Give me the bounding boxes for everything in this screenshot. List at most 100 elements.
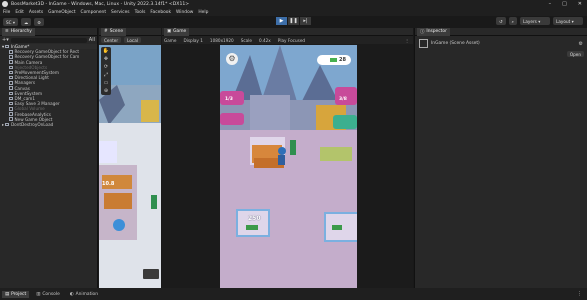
scene-icon	[5, 122, 9, 127]
cloud-icon: ☁	[24, 19, 29, 25]
menu-assets[interactable]: Assets	[29, 10, 43, 15]
hand-tool-icon[interactable]: ✋	[103, 48, 109, 54]
scene-asset-icon	[419, 39, 428, 48]
menu-file[interactable]: File	[3, 10, 10, 15]
tab-hierarchy[interactable]: ≡ Hierarchy	[2, 27, 35, 36]
minimize-icon[interactable]: –	[549, 1, 552, 7]
account-label: SC	[6, 19, 12, 25]
version-control-button[interactable]: ⚙	[34, 18, 44, 26]
menu-gameobject[interactable]: GameObject	[48, 10, 75, 15]
transform-tool-icon[interactable]: ⊕	[104, 88, 108, 94]
gameobject-icon	[9, 96, 13, 101]
open-button[interactable]: Open	[566, 51, 584, 57]
tab-game[interactable]: ▣ Game	[164, 27, 190, 36]
local-label: Local	[127, 37, 138, 43]
gameobject-icon	[9, 112, 13, 116]
hierarchy-panel: ≡ Hierarchy +▾ All ▾ InGame* Recovery Ga…	[0, 27, 98, 288]
menu-facebook[interactable]: Facebook	[150, 10, 171, 15]
info-icon: ⓘ	[420, 29, 425, 35]
cloud-button[interactable]: ☁	[21, 18, 32, 26]
tab-animation[interactable]: ◐ Animation	[67, 291, 101, 298]
folder-icon: ▤	[5, 291, 10, 297]
gameobject-icon	[9, 75, 13, 80]
title-bar: BossMarket3D - InGame - Windows, Mac, Li…	[0, 0, 587, 8]
hierarchy-icon: ≡	[5, 29, 9, 34]
game-render	[220, 45, 357, 288]
left-tag-value: 1/3	[225, 97, 233, 102]
menu-component[interactable]: Component	[81, 10, 107, 15]
tab-project[interactable]: ▤ Project	[2, 290, 30, 298]
pivot-center-dropdown[interactable]: Center	[101, 37, 122, 43]
console-tab-label: Console	[42, 291, 60, 297]
pivot-local-dropdown[interactable]: Local	[124, 37, 141, 43]
add-icon[interactable]: +▾	[2, 37, 9, 43]
gameobject-icon	[9, 55, 13, 59]
game-mode-dropdown[interactable]: Game	[164, 38, 176, 43]
menu-services[interactable]: Services	[111, 10, 130, 15]
layout-dropdown[interactable]: Layout ▾	[553, 17, 583, 25]
game-tab-label: Game	[173, 29, 187, 34]
game-toolbar: Game Display 1 1080x1920 Scale 0.42x Pla…	[162, 36, 413, 44]
center-label: Center	[104, 37, 119, 43]
console-icon: ▥	[36, 291, 41, 297]
hierarchy-search-input[interactable]	[10, 37, 87, 43]
dont-destroy-label: DontDestroyOnLoad	[10, 121, 54, 127]
scale-tool-icon[interactable]: ⤢	[104, 72, 108, 78]
scene-price-tag: 10.8	[102, 181, 115, 187]
play-button[interactable]: ▶	[276, 17, 287, 25]
dont-destroy-row[interactable]: ▸ DontDestroyOnLoad	[0, 122, 97, 127]
move-tool-icon[interactable]: ✥	[104, 56, 108, 62]
layers-dropdown[interactable]: Layers ▾	[520, 17, 550, 25]
game-viewport[interactable]: ⚙ 28 1/3 3/8 250	[220, 45, 357, 288]
play-icon: ▶	[279, 18, 284, 24]
cash-value: 28	[339, 57, 346, 63]
scene-tools-overlay: ✋ ✥ ⟳ ⤢ ▭ ⊕	[101, 47, 111, 95]
step-icon: ▸|	[303, 18, 308, 24]
gameobject-icon	[9, 91, 13, 96]
tab-console[interactable]: ▥ Console	[33, 291, 63, 298]
scene-viewport[interactable]: ✋ ✥ ⟳ ⤢ ▭ ⊕ 10.8	[99, 45, 161, 288]
right-tag-value: 3/8	[339, 97, 347, 102]
tab-scene[interactable]: # Scene	[101, 27, 127, 36]
step-button[interactable]: ▸|	[300, 17, 311, 25]
layers-label: Layers	[523, 18, 537, 24]
account-dropdown[interactable]: SC ▾	[3, 18, 19, 26]
rect-tool-icon[interactable]: ▭	[104, 80, 109, 86]
search-button[interactable]: ⌕	[508, 17, 517, 25]
menu-edit[interactable]: Edit	[15, 10, 24, 15]
menu-window[interactable]: Window	[176, 10, 193, 15]
window-title: BossMarket3D - InGame - Windows, Mac, Li…	[11, 1, 190, 7]
display-dropdown[interactable]: Display 1	[183, 38, 202, 43]
resolution-dropdown[interactable]: 1080x1920	[210, 38, 234, 43]
maximize-icon[interactable]: □	[562, 1, 567, 7]
menu-tools[interactable]: Tools	[135, 10, 146, 15]
gameobject-icon	[9, 86, 13, 90]
inspector-settings-icon[interactable]: ⚙	[579, 41, 583, 47]
gameobject-icon	[9, 101, 13, 106]
inspector-panel: ⓘ Inspector InGame (Scene Asset) ⚙ Open	[414, 27, 587, 288]
tab-inspector[interactable]: ⓘ Inspector	[417, 27, 450, 36]
open-button-label: Open	[569, 51, 581, 57]
animation-tab-label: Animation	[75, 291, 99, 297]
play-focused-dropdown[interactable]: Play Focused	[278, 38, 305, 43]
scene-tab-label: Scene	[109, 29, 124, 34]
history-button[interactable]: ↺	[496, 17, 506, 25]
close-icon[interactable]: ✕	[578, 1, 582, 7]
cash-counter: 28	[317, 55, 351, 65]
gear-icon: ⚙	[37, 19, 41, 25]
cash-icon	[330, 58, 338, 62]
inspector-object-label: InGame (Scene Asset)	[431, 41, 480, 46]
hierarchy-tab-label: Hierarchy	[10, 29, 32, 34]
hierarchy-search-label: All	[88, 37, 95, 43]
scale-value[interactable]: 0.42x	[259, 38, 271, 43]
panel-menu-icon[interactable]: ⋮	[577, 291, 587, 297]
rotate-tool-icon[interactable]: ⟳	[104, 64, 108, 70]
pause-button[interactable]: ❚❚	[288, 17, 299, 25]
unity-logo-icon	[2, 1, 8, 7]
gameobject-icon	[9, 107, 13, 111]
game-tab-icon: ▣	[167, 29, 172, 34]
gameobject-icon	[9, 65, 13, 70]
game-options-icon[interactable]: ⋮	[405, 38, 413, 43]
menu-help[interactable]: Help	[198, 10, 208, 15]
settings-gear-icon[interactable]: ⚙	[226, 53, 238, 65]
